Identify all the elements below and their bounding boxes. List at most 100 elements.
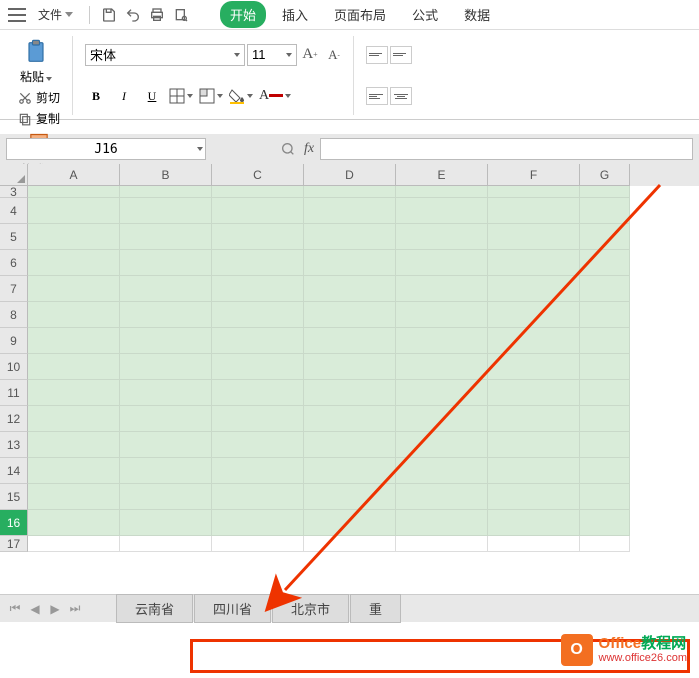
cell[interactable] <box>120 328 212 354</box>
cell[interactable] <box>28 354 120 380</box>
cell[interactable] <box>396 328 488 354</box>
align-left-button[interactable] <box>366 87 388 105</box>
cell[interactable] <box>212 302 304 328</box>
cell[interactable] <box>120 250 212 276</box>
sheet-tab[interactable]: 云南省 <box>116 594 193 623</box>
border-button[interactable] <box>169 88 193 104</box>
row-header[interactable]: 5 <box>0 224 28 250</box>
row-header[interactable]: 12 <box>0 406 28 432</box>
cell[interactable] <box>28 406 120 432</box>
cell[interactable] <box>212 328 304 354</box>
fill-color-button[interactable] <box>229 88 253 104</box>
cell[interactable] <box>396 510 488 536</box>
cell[interactable] <box>304 458 396 484</box>
cell[interactable] <box>212 198 304 224</box>
row-header[interactable]: 10 <box>0 354 28 380</box>
cell[interactable] <box>120 406 212 432</box>
col-header[interactable]: G <box>580 164 630 186</box>
cell[interactable] <box>488 510 580 536</box>
cell[interactable] <box>304 536 396 552</box>
cell[interactable] <box>212 484 304 510</box>
cell[interactable] <box>396 406 488 432</box>
col-header[interactable]: B <box>120 164 212 186</box>
tab-data[interactable]: 数据 <box>454 1 500 28</box>
row-header[interactable]: 7 <box>0 276 28 302</box>
cell[interactable] <box>396 484 488 510</box>
row-header[interactable]: 11 <box>0 380 28 406</box>
cell[interactable] <box>28 224 120 250</box>
cell[interactable] <box>212 510 304 536</box>
cell[interactable] <box>212 406 304 432</box>
cell[interactable] <box>396 354 488 380</box>
col-header[interactable]: A <box>28 164 120 186</box>
save-icon[interactable] <box>100 6 118 24</box>
cell[interactable] <box>28 186 120 198</box>
cell[interactable] <box>580 250 630 276</box>
tab-page-layout[interactable]: 页面布局 <box>324 1 396 28</box>
print-icon[interactable] <box>148 6 166 24</box>
cell[interactable] <box>212 354 304 380</box>
cell[interactable] <box>212 432 304 458</box>
bold-button[interactable]: B <box>85 85 107 107</box>
cell[interactable] <box>488 250 580 276</box>
sheet-nav-first-icon[interactable]: ⏮ <box>6 600 24 618</box>
grow-font-button[interactable]: A+ <box>299 44 321 66</box>
cell[interactable] <box>580 458 630 484</box>
cell[interactable] <box>580 510 630 536</box>
cell[interactable] <box>580 328 630 354</box>
cell[interactable] <box>120 354 212 380</box>
row-header[interactable]: 16 <box>0 510 28 536</box>
sheet-nav-next-icon[interactable]: ▶ <box>46 600 64 618</box>
undo-icon[interactable] <box>124 6 142 24</box>
cell[interactable] <box>120 276 212 302</box>
file-menu[interactable]: 文件 <box>32 3 79 26</box>
cell[interactable] <box>580 302 630 328</box>
row-header[interactable]: 13 <box>0 432 28 458</box>
align-middle-button[interactable] <box>390 46 412 64</box>
cell[interactable] <box>488 276 580 302</box>
cell[interactable] <box>488 198 580 224</box>
cell[interactable] <box>28 432 120 458</box>
sheet-nav-last-icon[interactable]: ⏭ <box>66 600 84 618</box>
sheet-tab[interactable]: 重 <box>350 594 401 623</box>
cell[interactable] <box>580 354 630 380</box>
shrink-font-button[interactable]: A- <box>323 44 345 66</box>
cell[interactable] <box>396 186 488 198</box>
cell[interactable] <box>304 276 396 302</box>
row-header[interactable]: 4 <box>0 198 28 224</box>
cell[interactable] <box>580 380 630 406</box>
cell[interactable] <box>120 198 212 224</box>
cell[interactable] <box>212 536 304 552</box>
cell[interactable] <box>396 302 488 328</box>
cell[interactable] <box>304 380 396 406</box>
cancel-icon[interactable] <box>278 139 298 159</box>
row-header[interactable]: 8 <box>0 302 28 328</box>
cell[interactable] <box>488 328 580 354</box>
cell[interactable] <box>304 406 396 432</box>
cell[interactable] <box>304 250 396 276</box>
cell[interactable] <box>304 484 396 510</box>
cell[interactable] <box>488 380 580 406</box>
cell[interactable] <box>212 458 304 484</box>
cell[interactable] <box>396 224 488 250</box>
cell[interactable] <box>488 458 580 484</box>
row-header[interactable]: 17 <box>0 536 28 552</box>
cell[interactable] <box>304 302 396 328</box>
cell[interactable] <box>28 536 120 552</box>
cell[interactable] <box>28 458 120 484</box>
cell[interactable] <box>212 276 304 302</box>
select-all-corner[interactable] <box>0 164 28 186</box>
sheet-nav-prev-icon[interactable]: ◀ <box>26 600 44 618</box>
cell[interactable] <box>212 380 304 406</box>
sheet-tab[interactable]: 四川省 <box>194 594 271 623</box>
cell[interactable] <box>580 224 630 250</box>
cell[interactable] <box>396 458 488 484</box>
cell[interactable] <box>28 328 120 354</box>
paste-button[interactable]: 粘贴 <box>8 36 64 87</box>
cell[interactable] <box>120 432 212 458</box>
cell[interactable] <box>304 328 396 354</box>
cell[interactable] <box>212 224 304 250</box>
row-header[interactable]: 14 <box>0 458 28 484</box>
cut-button[interactable]: 剪切 <box>14 87 64 108</box>
cell[interactable] <box>488 354 580 380</box>
